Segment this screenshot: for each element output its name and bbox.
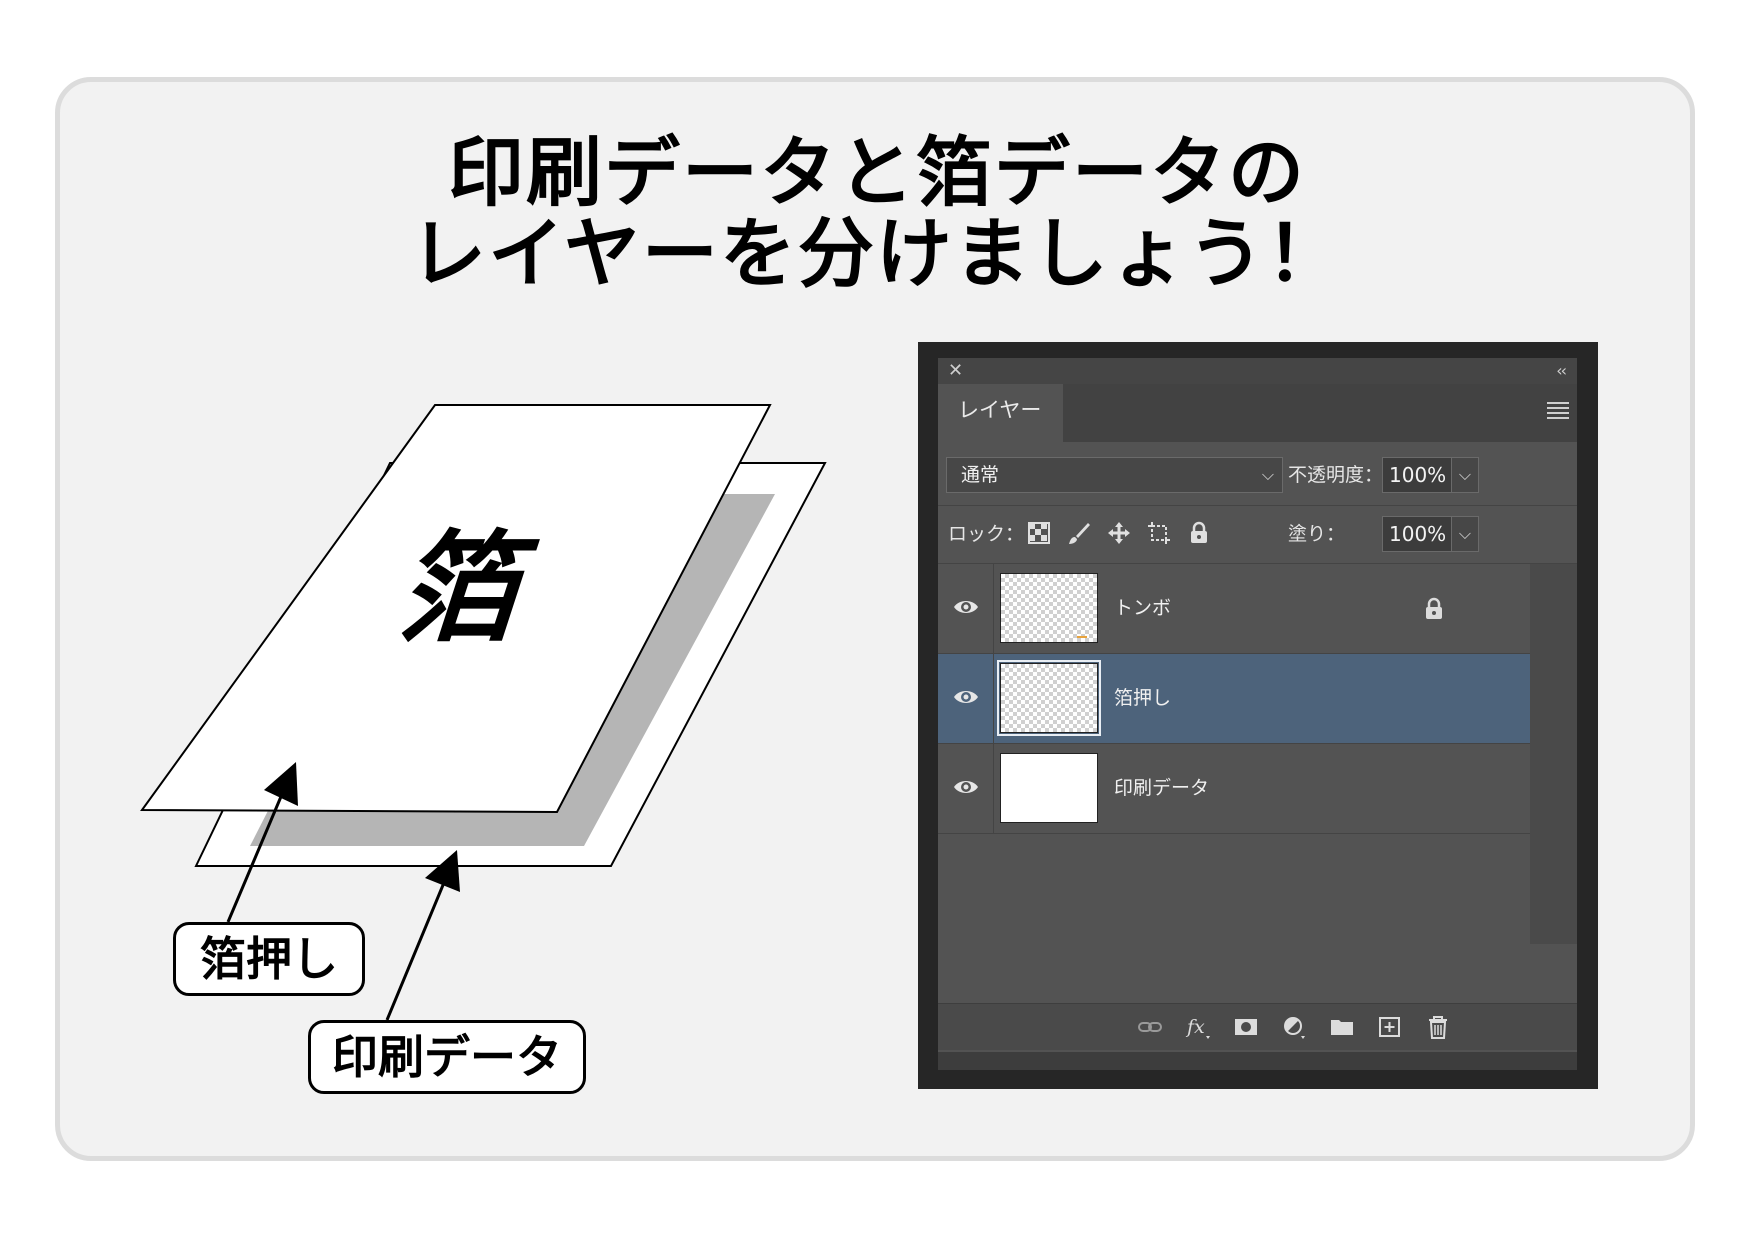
layer-row-foil[interactable]: 箔押し xyxy=(938,654,1530,744)
layer-list: トンボ 箔押し 印刷データ xyxy=(938,564,1577,944)
trash-icon[interactable] xyxy=(1424,1014,1452,1040)
folder-icon[interactable] xyxy=(1328,1014,1356,1040)
opacity-dropdown-button[interactable]: ⌵ xyxy=(1451,457,1479,493)
collapse-icon[interactable]: ‹‹ xyxy=(1556,361,1567,381)
lock-position-icon[interactable] xyxy=(1106,520,1132,546)
layer-name[interactable]: 印刷データ xyxy=(1114,744,1209,833)
fill-label: 塗り： xyxy=(1288,523,1346,545)
fill-dropdown-button[interactable]: ⌵ xyxy=(1451,516,1479,552)
lock-fill-row: ロック： 塗り： 100% ⌵ xyxy=(938,506,1577,564)
adjustment-icon[interactable] xyxy=(1280,1014,1308,1040)
chevron-down-icon: ⌵ xyxy=(1261,465,1274,484)
callout-foil-label: 箔押し xyxy=(173,922,365,996)
blend-mode-select[interactable]: 通常 ⌵ xyxy=(946,457,1283,493)
lock-all-icon[interactable] xyxy=(1186,520,1212,546)
new-layer-icon[interactable] xyxy=(1376,1014,1404,1040)
eye-icon[interactable] xyxy=(953,777,979,797)
opacity-label: 不透明度： xyxy=(1288,464,1384,486)
link-icon[interactable] xyxy=(1136,1014,1164,1040)
panel-topbar: ✕ ‹‹ xyxy=(938,358,1577,384)
close-icon[interactable]: ✕ xyxy=(948,361,963,381)
layer-row-tombo[interactable]: トンボ xyxy=(938,564,1530,654)
panel-bottom-toolbar: fx xyxy=(938,1003,1577,1050)
eye-icon[interactable] xyxy=(953,597,979,617)
lock-label: ロック： xyxy=(948,523,1025,545)
mask-icon[interactable] xyxy=(1232,1014,1260,1040)
visibility-cell[interactable] xyxy=(938,744,994,833)
svg-text:fx: fx xyxy=(1185,1016,1205,1038)
layer-row-print[interactable]: 印刷データ xyxy=(938,744,1530,834)
fill-input[interactable]: 100% xyxy=(1382,516,1452,552)
panel-menu-icon[interactable] xyxy=(1547,402,1569,419)
layer-thumbnail xyxy=(1000,753,1098,823)
layer-name[interactable]: トンボ xyxy=(1114,564,1171,653)
tab-layers[interactable]: レイヤー xyxy=(938,384,1063,442)
blend-mode-value: 通常 xyxy=(961,464,1000,486)
lock-image-pixels-icon[interactable] xyxy=(1066,520,1092,546)
lock-transparent-pixels-icon[interactable] xyxy=(1026,520,1052,546)
layer-name[interactable]: 箔押し xyxy=(1114,654,1171,743)
layer-thumbnail xyxy=(1000,573,1098,643)
blend-opacity-row: 通常 ⌵ 不透明度： 100% ⌵ xyxy=(938,442,1577,506)
layer-lock-icon xyxy=(1426,597,1442,619)
panel-tabbar: レイヤー xyxy=(938,384,1577,442)
panel-resize-handle[interactable] xyxy=(938,1052,1577,1070)
arrow-print xyxy=(385,872,450,1021)
visibility-cell[interactable] xyxy=(938,564,994,653)
layers-panel: ✕ ‹‹ レイヤー 通常 ⌵ 不透明度： 100% ⌵ ロック： 塗り： 100… xyxy=(938,358,1577,1070)
fx-icon[interactable]: fx xyxy=(1184,1014,1212,1040)
eye-icon[interactable] xyxy=(953,687,979,707)
layers-panel-frame: ✕ ‹‹ レイヤー 通常 ⌵ 不透明度： 100% ⌵ ロック： 塗り： 100… xyxy=(918,342,1598,1089)
visibility-cell[interactable] xyxy=(938,654,994,743)
lock-artboard-icon[interactable] xyxy=(1146,520,1172,546)
opacity-input[interactable]: 100% xyxy=(1382,457,1452,493)
layer-list-scrollbar[interactable] xyxy=(1530,564,1577,944)
layer-thumbnail xyxy=(997,660,1101,736)
callout-print-label: 印刷データ xyxy=(308,1020,586,1094)
crop-mark-hint xyxy=(1077,636,1087,638)
